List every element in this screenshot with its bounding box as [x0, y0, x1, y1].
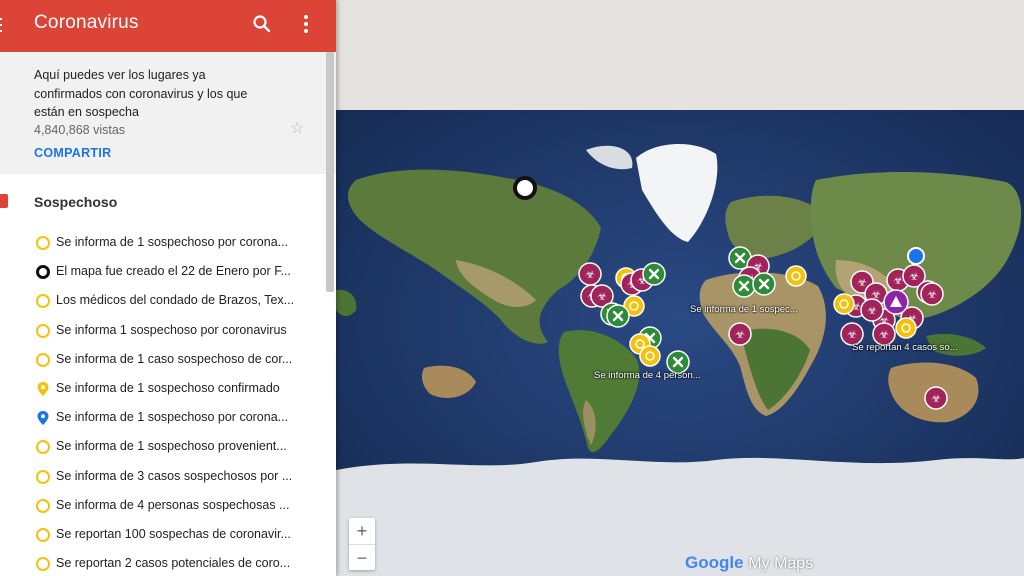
list-item[interactable]: Se informa de 1 sospechoso por corona... — [0, 403, 336, 432]
biohazard-marker[interactable]: ☣ — [578, 262, 602, 286]
layer-header[interactable]: Sospechoso — [0, 174, 336, 228]
suspect-marker[interactable] — [639, 345, 661, 367]
search-icon[interactable] — [250, 12, 274, 36]
share-button[interactable]: COMPARTIR — [34, 146, 302, 160]
svg-text:☣: ☣ — [931, 392, 941, 405]
menu-icon[interactable] — [0, 14, 10, 38]
map-description-card: Aquí puedes ver los lugares ya confirmad… — [0, 52, 336, 174]
svg-text:☣: ☣ — [909, 270, 919, 283]
place-list: Se informa de 1 sospechoso por corona...… — [0, 228, 336, 576]
yellow-ring-icon — [36, 352, 50, 367]
list-item[interactable]: Se reportan 100 sospechas de coronavir..… — [0, 520, 336, 549]
suspect-marker[interactable] — [785, 265, 807, 287]
suspect-marker[interactable] — [833, 293, 855, 315]
map-label-southamerica: Se informa de 4 person... — [594, 370, 701, 381]
svg-text:☣: ☣ — [857, 276, 867, 289]
cross-marker[interactable] — [752, 272, 776, 296]
layer-name: Sospechoso — [34, 194, 118, 210]
list-item-label: Se informa de 4 personas sospechosas ... — [56, 497, 290, 512]
biohazard-marker[interactable]: ☣ — [920, 282, 944, 306]
yellow-pin-icon — [37, 381, 49, 396]
map-title: Coronavirus — [34, 12, 139, 33]
list-item-label: Se reportan 100 sospechas de coronavir..… — [56, 526, 291, 541]
app-bar: Coronavirus — [0, 0, 336, 52]
svg-text:☣: ☣ — [893, 274, 903, 287]
list-item[interactable]: Se informa de 4 personas sospechosas ... — [0, 491, 336, 520]
list-item-label: Se informa de 1 caso sospechoso de cor..… — [56, 351, 293, 366]
list-item[interactable]: Se informa de 3 casos sospechosos por ..… — [0, 462, 336, 491]
list-item-label: El mapa fue creado el 22 de Enero por F.… — [56, 264, 291, 279]
layer-checkbox[interactable] — [0, 194, 8, 208]
biohazard-marker[interactable]: ☣ — [924, 386, 948, 410]
svg-text:☣: ☣ — [847, 328, 857, 341]
list-item-label: Se informa de 1 sospechoso por corona... — [56, 410, 289, 425]
list-item-label: Se informa de 1 sospechoso provenient... — [56, 439, 287, 454]
svg-text:☣: ☣ — [927, 288, 937, 301]
list-item[interactable]: Se informa de 1 sospechoso confirmado — [0, 374, 336, 403]
cross-marker[interactable] — [606, 304, 630, 328]
list-item-label: Se informa de 1 sospechoso por corona... — [56, 235, 289, 249]
list-item[interactable]: Los médicos del condado de Brazos, Tex..… — [0, 286, 336, 315]
svg-text:☣: ☣ — [867, 304, 877, 317]
map-label-asia: Se reportan 4 casos so... — [852, 342, 958, 353]
list-item-label: Se informa de 3 casos sospechosos por ..… — [56, 468, 293, 483]
suspect-marker[interactable] — [895, 317, 917, 339]
list-item-label: Se reportan 2 casos potenciales de coro.… — [56, 556, 291, 571]
list-item-label: Se informa 1 sospechoso por coronavirus — [56, 322, 287, 337]
view-count: 4,840,868 vistas — [34, 122, 126, 137]
zoom-out-button[interactable]: − — [349, 545, 375, 571]
more-options-icon[interactable] — [296, 12, 316, 36]
yellow-ring-icon — [36, 557, 50, 572]
star-icon[interactable]: ☆ — [290, 118, 304, 138]
biohazard-marker[interactable]: ☣ — [860, 298, 884, 322]
cross-marker[interactable] — [732, 274, 756, 298]
cross-marker[interactable] — [642, 262, 666, 286]
list-item-label: Los médicos del condado de Brazos, Tex..… — [56, 293, 295, 308]
svg-text:☣: ☣ — [879, 328, 889, 341]
zoom-in-button[interactable]: + — [349, 518, 375, 544]
panel-scrollbar[interactable] — [326, 52, 334, 292]
list-item[interactable]: Se reportan 2 casos potenciales de coro.… — [0, 549, 336, 576]
black-ring-icon — [36, 265, 50, 280]
yellow-ring-icon — [36, 323, 50, 338]
biohazard-marker[interactable]: ☣ — [728, 322, 752, 346]
list-item[interactable]: El mapa fue creado el 22 de Enero por F.… — [0, 257, 336, 286]
list-item[interactable]: Se informa de 1 caso sospechoso de cor..… — [0, 345, 336, 374]
list-item[interactable]: Se informa de 1 sospechoso por corona... — [0, 228, 336, 257]
yellow-ring-icon — [36, 236, 50, 250]
yellow-ring-icon — [36, 498, 50, 513]
list-item[interactable]: Se informa de 1 sospechoso provenient... — [0, 432, 336, 461]
blue-pin-marker[interactable] — [907, 247, 925, 265]
google-logo-text: Google — [685, 553, 744, 572]
list-item-label: Se informa de 1 sospechoso confirmado — [56, 380, 280, 395]
tri-marker[interactable] — [883, 289, 909, 315]
svg-text:☣: ☣ — [585, 268, 595, 281]
yellow-ring-icon — [36, 440, 50, 455]
map-description: Aquí puedes ver los lugares ya confirmad… — [34, 68, 248, 119]
yellow-ring-icon — [36, 294, 50, 309]
list-item[interactable]: Se informa 1 sospechoso por coronavirus — [0, 316, 336, 345]
yellow-ring-icon — [36, 527, 50, 542]
yellow-ring-icon — [36, 469, 50, 484]
antarctica — [336, 457, 1024, 576]
my-maps-logo-text: My Maps — [748, 555, 814, 572]
zoom-control: + − — [349, 518, 375, 570]
svg-text:☣: ☣ — [735, 328, 745, 341]
svg-text:☣: ☣ — [597, 290, 607, 303]
side-panel: Coronavirus Aquí puedes ver los lugares … — [0, 0, 336, 576]
google-my-maps-logo: Google My Maps — [685, 553, 813, 573]
blue-pin-icon — [37, 411, 49, 426]
suspect-marker-black[interactable] — [513, 176, 537, 200]
map-label-africa: Se informa de 1 sospec... — [690, 304, 798, 315]
